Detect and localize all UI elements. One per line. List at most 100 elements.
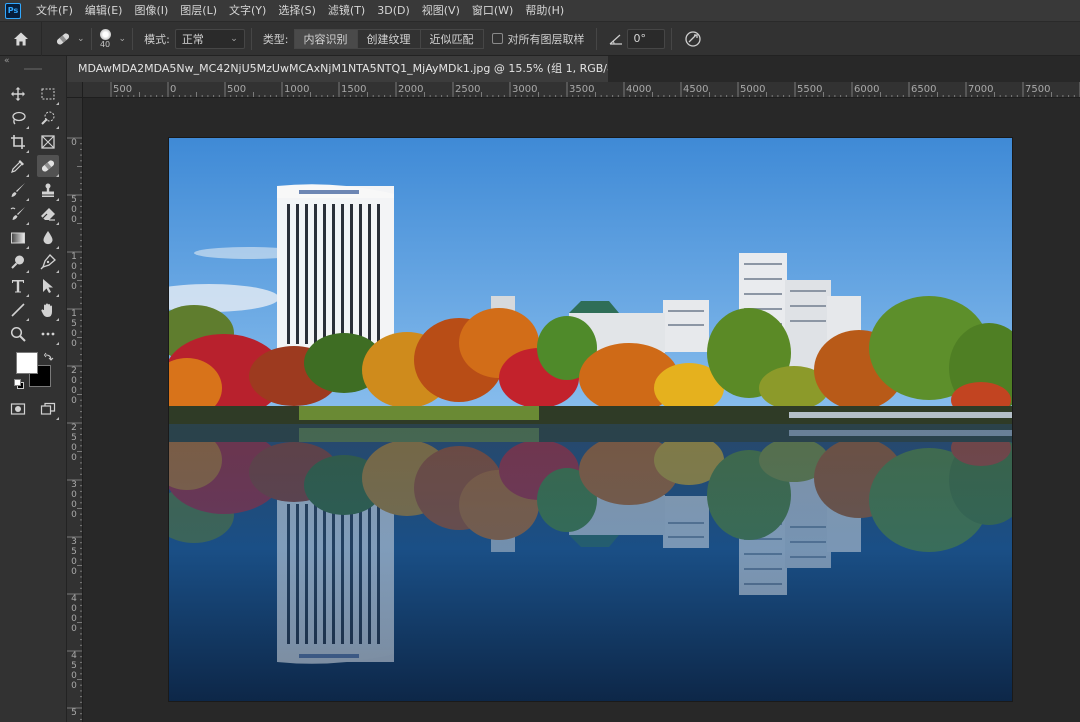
menu-filter[interactable]: 滤镜(T) (322, 0, 371, 22)
horizontal-ruler[interactable]: 500 0 500 1000 1500 2000 2500 3000 3500 … (83, 82, 1080, 98)
submenu-corner (56, 126, 59, 129)
separator (90, 27, 92, 50)
pen-tool-button[interactable] (37, 251, 59, 273)
ruler-label: 3000 (512, 84, 538, 95)
tool-preset-picker[interactable]: ⌄ (54, 30, 85, 48)
menu-image[interactable]: 图像(I) (128, 0, 174, 22)
brush-tip-icon (99, 28, 111, 40)
dodge-icon (11, 255, 24, 269)
band-aid-icon (41, 160, 55, 172)
ruler-label: 4500 (683, 84, 709, 95)
collapse-toolbar-button[interactable]: « (4, 56, 10, 66)
blur-tool-button[interactable] (37, 227, 59, 249)
type-label: 类型: (262, 32, 289, 46)
eyedropper-tool-button[interactable] (7, 155, 29, 177)
document-tab-bar: MDAwMDA2MDA5Nw_MC42NjU5MzUwMCAxNjM1NTA5N… (67, 56, 1080, 82)
submenu-corner (26, 222, 29, 225)
submenu-corner (26, 318, 29, 321)
ruler-label: 500 (227, 84, 247, 95)
stamp-icon (42, 183, 54, 197)
lasso-tool-button[interactable] (7, 107, 29, 129)
angle-input[interactable]: 0° (626, 28, 665, 49)
type-content-aware-button[interactable]: 内容识别 (293, 28, 358, 49)
ruler-label: 6000 (854, 84, 880, 95)
sample-all-layers-checkbox[interactable] (491, 33, 503, 44)
menu-help[interactable]: 帮助(H) (519, 0, 570, 22)
marquee-tool-button[interactable] (37, 83, 59, 105)
mode-select[interactable]: 正常 ⌄ (174, 28, 245, 49)
menu-select[interactable]: 选择(S) (272, 0, 322, 22)
more-tools-button[interactable] (37, 323, 59, 345)
ruler-label: 4000 (626, 84, 652, 95)
foreground-color-swatch[interactable] (16, 352, 38, 374)
submenu-corner (26, 246, 29, 249)
default-colors-icon[interactable] (14, 379, 25, 390)
menu-layer[interactable]: 图层(L) (174, 0, 223, 22)
swap-colors-icon[interactable] (44, 352, 54, 362)
angle-icon (609, 34, 622, 45)
screen-mode-button[interactable] (37, 398, 59, 420)
pen-icon (40, 254, 56, 270)
vertical-ruler[interactable]: 0 5 0 0 1 0 0 0 1 5 0 0 2 0 0 0 2 5 0 0 … (67, 98, 83, 722)
move-tool-button[interactable] (7, 83, 29, 105)
path-select-tool-button[interactable] (37, 275, 59, 297)
ruler-label: 1 5 0 0 (71, 309, 77, 349)
move-icon (11, 87, 25, 101)
type-create-texture-button[interactable]: 创建纹理 (357, 28, 421, 49)
menu-type[interactable]: 文字(Y) (223, 0, 272, 22)
submenu-corner (26, 294, 29, 297)
photoshop-logo-icon[interactable]: Ps (5, 2, 21, 19)
separator (595, 27, 597, 50)
submenu-corner (26, 174, 29, 177)
healing-brush-tool-button[interactable] (37, 155, 59, 177)
brush-tool-button[interactable] (7, 179, 29, 201)
document-tab[interactable]: MDAwMDA2MDA5Nw_MC42NjU5MzUwMCAxNjM1NTA5N… (67, 56, 608, 82)
zoom-tool-button[interactable] (7, 323, 29, 345)
hand-tool-button[interactable] (37, 299, 59, 321)
eraser-tool-button[interactable] (37, 203, 59, 225)
separator (132, 27, 134, 50)
document-title: MDAwMDA2MDA5Nw_MC42NjU5MzUwMCAxNjM1NTA5N… (78, 62, 608, 75)
line-icon (11, 303, 25, 317)
menu-3d[interactable]: 3D(D) (371, 0, 416, 22)
ruler-label: 2500 (455, 84, 481, 95)
ruler-label: 3500 (569, 84, 595, 95)
history-brush-tool-button[interactable] (7, 203, 29, 225)
frame-tool-button[interactable] (37, 131, 59, 153)
type-proximity-match-button[interactable]: 近似匹配 (420, 28, 484, 49)
clone-stamp-tool-button[interactable] (37, 179, 59, 201)
ruler-label: 5 0 0 (71, 195, 77, 225)
quick-mask-button[interactable] (7, 398, 29, 420)
submenu-corner (56, 270, 59, 273)
separator (250, 27, 252, 50)
toolbar-grip[interactable] (24, 68, 42, 70)
menu-window[interactable]: 窗口(W) (466, 0, 519, 22)
crop-tool-button[interactable] (7, 131, 29, 153)
home-button[interactable] (0, 21, 42, 56)
menu-view[interactable]: 视图(V) (416, 0, 466, 22)
document-canvas[interactable] (169, 138, 1012, 701)
type-tool-button[interactable] (7, 275, 29, 297)
diffraction-pressure-icon[interactable] (684, 30, 702, 48)
ruler-label: 0 (71, 138, 77, 148)
ruler-label: 2000 (398, 84, 424, 95)
ruler-label: 500 (113, 84, 133, 95)
brush-size-picker[interactable]: 40 ⌄ (99, 28, 126, 49)
menu-edit[interactable]: 编辑(E) (79, 0, 129, 22)
quick-select-tool-button[interactable] (37, 107, 59, 129)
ruler-origin[interactable] (67, 82, 83, 98)
quick-select-icon (41, 111, 55, 125)
separator (670, 27, 672, 50)
menu-file[interactable]: 文件(F) (30, 0, 79, 22)
ruler-label: 3 0 0 0 (71, 480, 77, 520)
chevron-down-icon: ⌄ (230, 33, 238, 44)
dodge-tool-button[interactable] (7, 251, 29, 273)
line-tool-button[interactable] (7, 299, 29, 321)
submenu-corner (26, 270, 29, 273)
gradient-tool-button[interactable] (7, 227, 29, 249)
submenu-corner (26, 198, 29, 201)
submenu-corner (56, 102, 59, 105)
frame-icon (41, 135, 55, 149)
ruler-label: 1 0 0 0 (71, 252, 77, 292)
type-segmented-control: 内容识别 创建纹理 近似匹配 (293, 28, 484, 49)
